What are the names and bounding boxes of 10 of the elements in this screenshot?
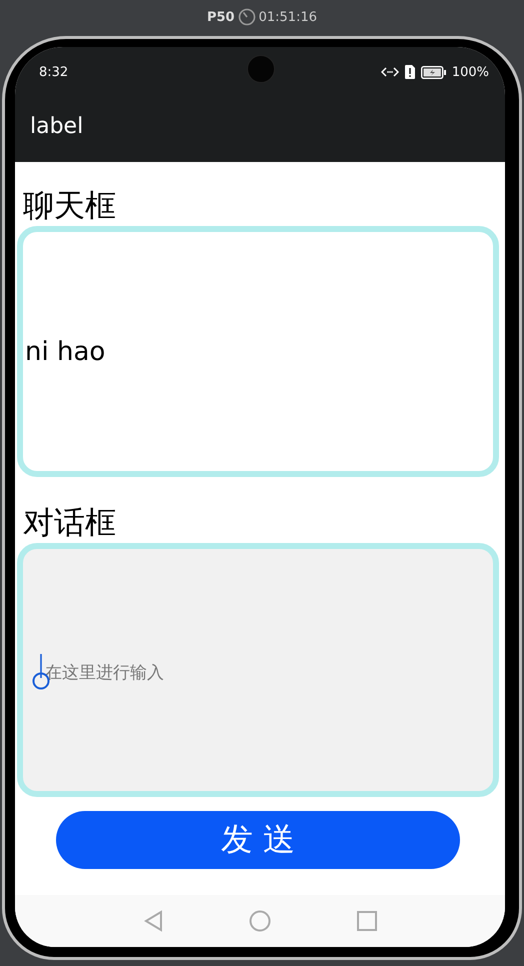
device-name: P50 <box>206 10 235 24</box>
send-button[interactable]: 发 送 <box>56 811 460 869</box>
status-time: 8:32 <box>39 64 68 80</box>
chat-message: ni hao <box>25 336 106 366</box>
section-heading: 对话框 <box>23 504 117 543</box>
section-heading: 聊天框 <box>23 187 117 226</box>
battery-percent: 100% <box>452 64 489 80</box>
app-title: label <box>30 114 84 139</box>
session-timer: 01:51:16 <box>258 10 317 24</box>
message-input[interactable]: 在这里进行输入 <box>17 543 499 797</box>
